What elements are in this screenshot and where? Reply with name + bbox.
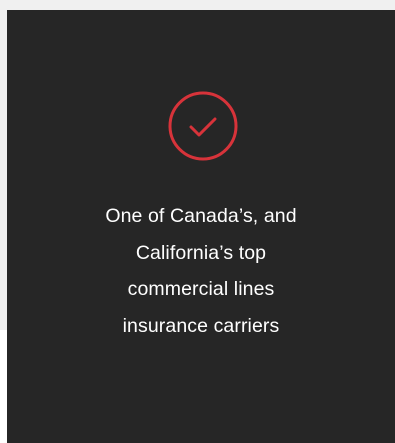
feature-description-line: One of Canada’s, and	[105, 205, 297, 227]
check-circle-icon	[168, 91, 238, 161]
feature-description-line: commercial lines	[127, 278, 275, 300]
feature-card: One of Canada’s, and California’s top co…	[7, 10, 395, 443]
feature-description-line: insurance carriers	[122, 314, 280, 337]
feature-description: One of Canada’s, and California’s top co…	[47, 198, 355, 344]
feature-description-line: California’s top	[135, 241, 267, 264]
